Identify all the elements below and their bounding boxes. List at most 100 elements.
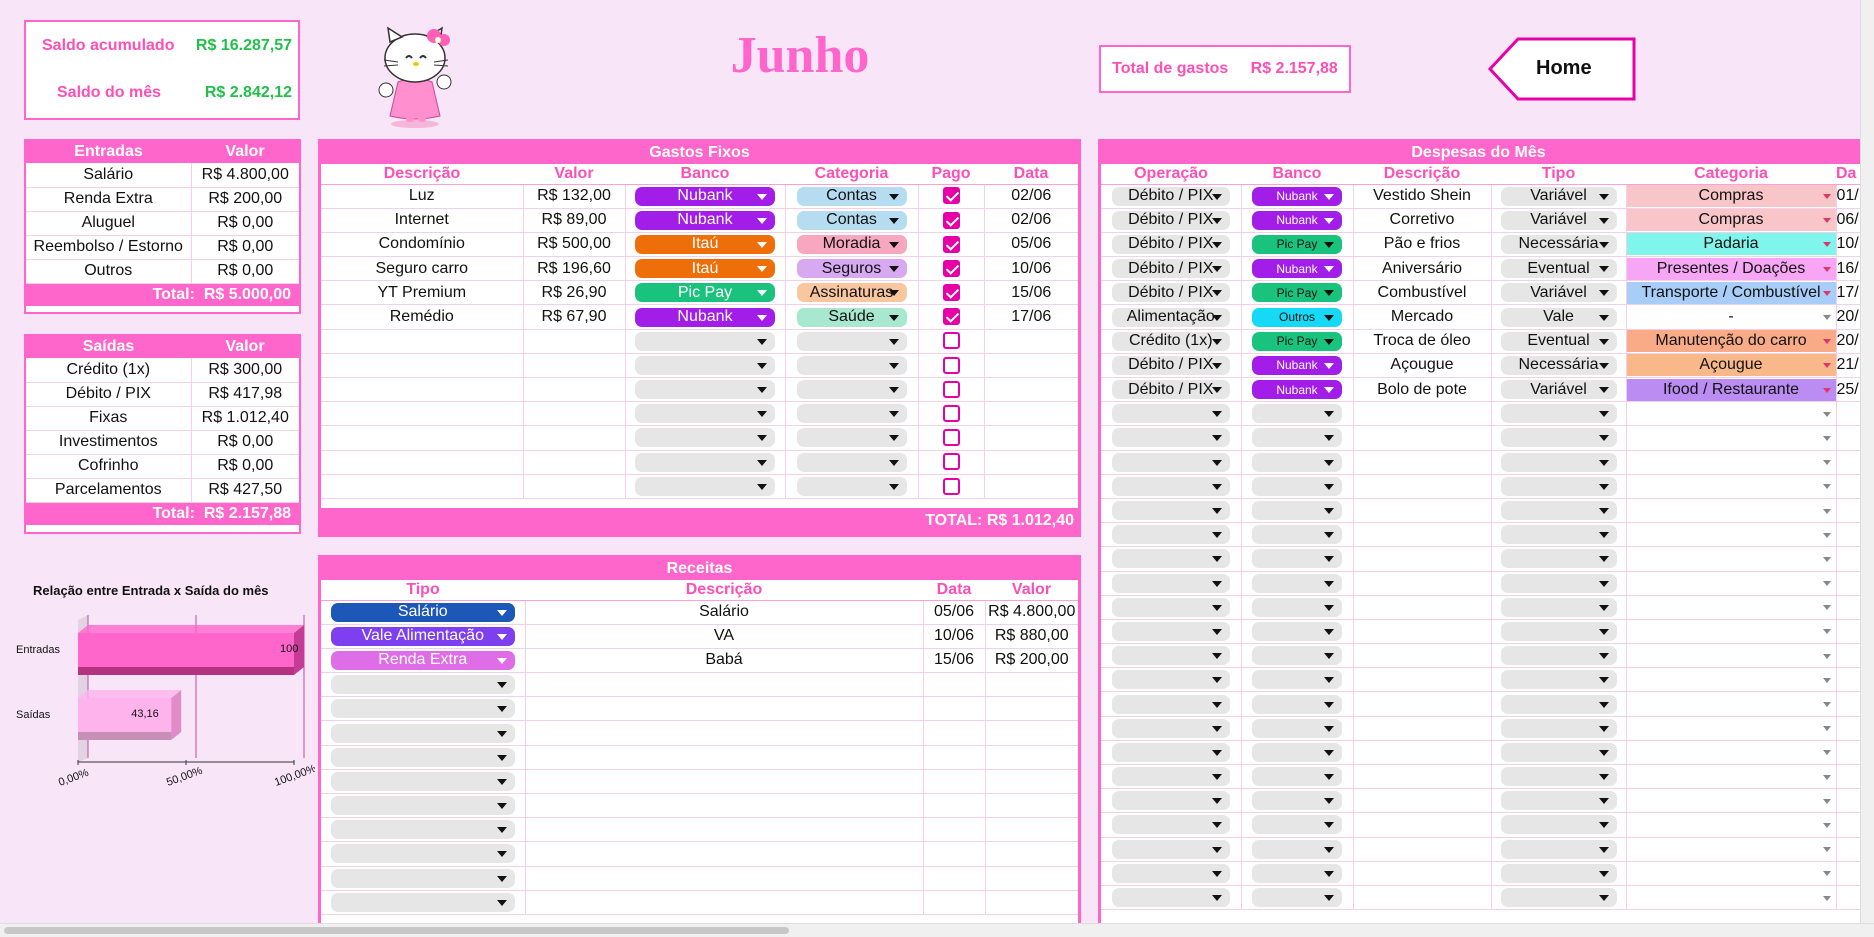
banco-dropdown[interactable] — [1252, 404, 1342, 424]
banco-dropdown[interactable]: Itaú — [635, 234, 775, 254]
banco-dropdown[interactable]: Outros — [1252, 307, 1342, 327]
operacao-dropdown[interactable]: Débito / PIX — [1111, 355, 1230, 375]
tipo-dropdown[interactable] — [1500, 839, 1617, 859]
categoria-dropdown[interactable]: Açougue — [1626, 354, 1835, 377]
banco-dropdown[interactable] — [635, 452, 775, 472]
categoria-dropdown[interactable] — [1627, 693, 1836, 715]
categoria-dropdown[interactable]: Contas — [796, 186, 907, 206]
tipo-dropdown[interactable] — [1500, 767, 1617, 787]
tipo-dropdown[interactable] — [1500, 815, 1617, 835]
categoria-dropdown[interactable] — [1627, 548, 1836, 570]
categoria-dropdown[interactable] — [1627, 620, 1836, 642]
categoria-dropdown[interactable] — [1627, 475, 1836, 497]
tipo-dropdown[interactable] — [1500, 597, 1617, 617]
categoria-dropdown[interactable] — [1627, 790, 1836, 812]
operacao-dropdown[interactable]: Débito / PIX — [1111, 186, 1230, 206]
banco-dropdown[interactable] — [635, 476, 775, 496]
banco-dropdown[interactable] — [1252, 718, 1342, 738]
tipo-dropdown[interactable]: Salário — [330, 602, 515, 622]
checkbox-icon[interactable] — [942, 453, 960, 471]
operacao-dropdown[interactable] — [1111, 525, 1230, 545]
operacao-dropdown[interactable] — [1111, 549, 1230, 569]
horizontal-scrollbar-thumb[interactable] — [4, 927, 789, 934]
banco-dropdown[interactable] — [1252, 501, 1342, 521]
banco-dropdown[interactable] — [1252, 888, 1342, 908]
categoria-dropdown[interactable] — [1627, 451, 1836, 473]
operacao-dropdown[interactable] — [1111, 718, 1230, 738]
tipo-dropdown[interactable] — [1500, 476, 1617, 496]
operacao-dropdown[interactable]: Débito / PIX — [1111, 210, 1230, 230]
operacao-dropdown[interactable]: Débito / PIX — [1111, 283, 1230, 303]
tipo-dropdown[interactable] — [330, 868, 515, 888]
banco-dropdown[interactable] — [1252, 428, 1342, 448]
categoria-dropdown[interactable] — [1627, 645, 1836, 667]
banco-dropdown[interactable] — [1252, 525, 1342, 545]
operacao-dropdown[interactable] — [1111, 767, 1230, 787]
categoria-dropdown[interactable]: Assinaturas — [796, 283, 907, 303]
checkbox-icon[interactable] — [942, 356, 960, 374]
banco-dropdown[interactable] — [1252, 549, 1342, 569]
categoria-dropdown[interactable] — [796, 476, 907, 496]
tipo-dropdown[interactable]: Renda Extra — [330, 650, 515, 670]
categoria-dropdown[interactable] — [1627, 838, 1836, 860]
checkbox-icon[interactable] — [942, 405, 960, 423]
banco-dropdown[interactable] — [1252, 670, 1342, 690]
checkbox-icon[interactable] — [942, 332, 960, 350]
operacao-dropdown[interactable]: Débito / PIX — [1111, 234, 1230, 254]
banco-dropdown[interactable]: Nubank — [1252, 355, 1342, 375]
operacao-dropdown[interactable] — [1111, 742, 1230, 762]
banco-dropdown[interactable] — [1252, 791, 1342, 811]
operacao-dropdown[interactable]: Débito / PIX — [1111, 380, 1230, 400]
operacao-dropdown[interactable] — [1111, 404, 1230, 424]
tipo-dropdown[interactable] — [1500, 718, 1617, 738]
tipo-dropdown[interactable] — [1500, 549, 1617, 569]
categoria-dropdown[interactable]: Transporte / Combustível — [1626, 281, 1835, 304]
tipo-dropdown[interactable]: Necessária — [1500, 234, 1617, 254]
operacao-dropdown[interactable] — [1111, 815, 1230, 835]
tipo-dropdown[interactable] — [1500, 404, 1617, 424]
tipo-dropdown[interactable] — [1500, 525, 1617, 545]
operacao-dropdown[interactable]: Débito / PIX — [1111, 259, 1230, 279]
banco-dropdown[interactable]: Pic Pay — [1252, 234, 1342, 254]
categoria-dropdown[interactable] — [796, 380, 907, 400]
tipo-dropdown[interactable] — [1500, 791, 1617, 811]
banco-dropdown[interactable]: Nubank — [635, 210, 775, 230]
operacao-dropdown[interactable] — [1111, 597, 1230, 617]
tipo-dropdown[interactable] — [330, 675, 515, 695]
banco-dropdown[interactable] — [635, 404, 775, 424]
banco-dropdown[interactable] — [635, 380, 775, 400]
categoria-dropdown[interactable] — [796, 355, 907, 375]
categoria-dropdown[interactable]: Compras — [1626, 185, 1835, 208]
banco-dropdown[interactable] — [635, 355, 775, 375]
tipo-dropdown[interactable]: Vale Alimentação — [330, 626, 515, 646]
tipo-dropdown[interactable] — [1500, 428, 1617, 448]
categoria-dropdown[interactable]: Compras — [1626, 209, 1835, 232]
operacao-dropdown[interactable] — [1111, 839, 1230, 859]
checkbox-icon[interactable] — [942, 259, 960, 277]
tipo-dropdown[interactable] — [330, 747, 515, 767]
operacao-dropdown[interactable] — [1111, 670, 1230, 690]
banco-dropdown[interactable] — [1252, 476, 1342, 496]
categoria-dropdown[interactable] — [1627, 862, 1836, 884]
horizontal-scrollbar[interactable] — [0, 923, 1874, 937]
banco-dropdown[interactable] — [1252, 863, 1342, 883]
tipo-dropdown[interactable] — [330, 820, 515, 840]
operacao-dropdown[interactable] — [1111, 863, 1230, 883]
banco-dropdown[interactable] — [1252, 694, 1342, 714]
categoria-dropdown[interactable] — [796, 428, 907, 448]
tipo-dropdown[interactable] — [1500, 573, 1617, 593]
banco-dropdown[interactable] — [635, 331, 775, 351]
banco-dropdown[interactable] — [1252, 839, 1342, 859]
tipo-dropdown[interactable] — [1500, 646, 1617, 666]
tipo-dropdown[interactable]: Variável — [1500, 283, 1617, 303]
banco-dropdown[interactable] — [1252, 597, 1342, 617]
tipo-dropdown[interactable] — [1500, 694, 1617, 714]
tipo-dropdown[interactable]: Necessária — [1500, 355, 1617, 375]
checkbox-icon[interactable] — [942, 477, 960, 495]
operacao-dropdown[interactable] — [1111, 888, 1230, 908]
banco-dropdown[interactable]: Nubank — [635, 307, 775, 327]
banco-dropdown[interactable] — [1252, 573, 1342, 593]
banco-dropdown[interactable]: Pic Pay — [635, 283, 775, 303]
operacao-dropdown[interactable] — [1111, 573, 1230, 593]
operacao-dropdown[interactable] — [1111, 694, 1230, 714]
